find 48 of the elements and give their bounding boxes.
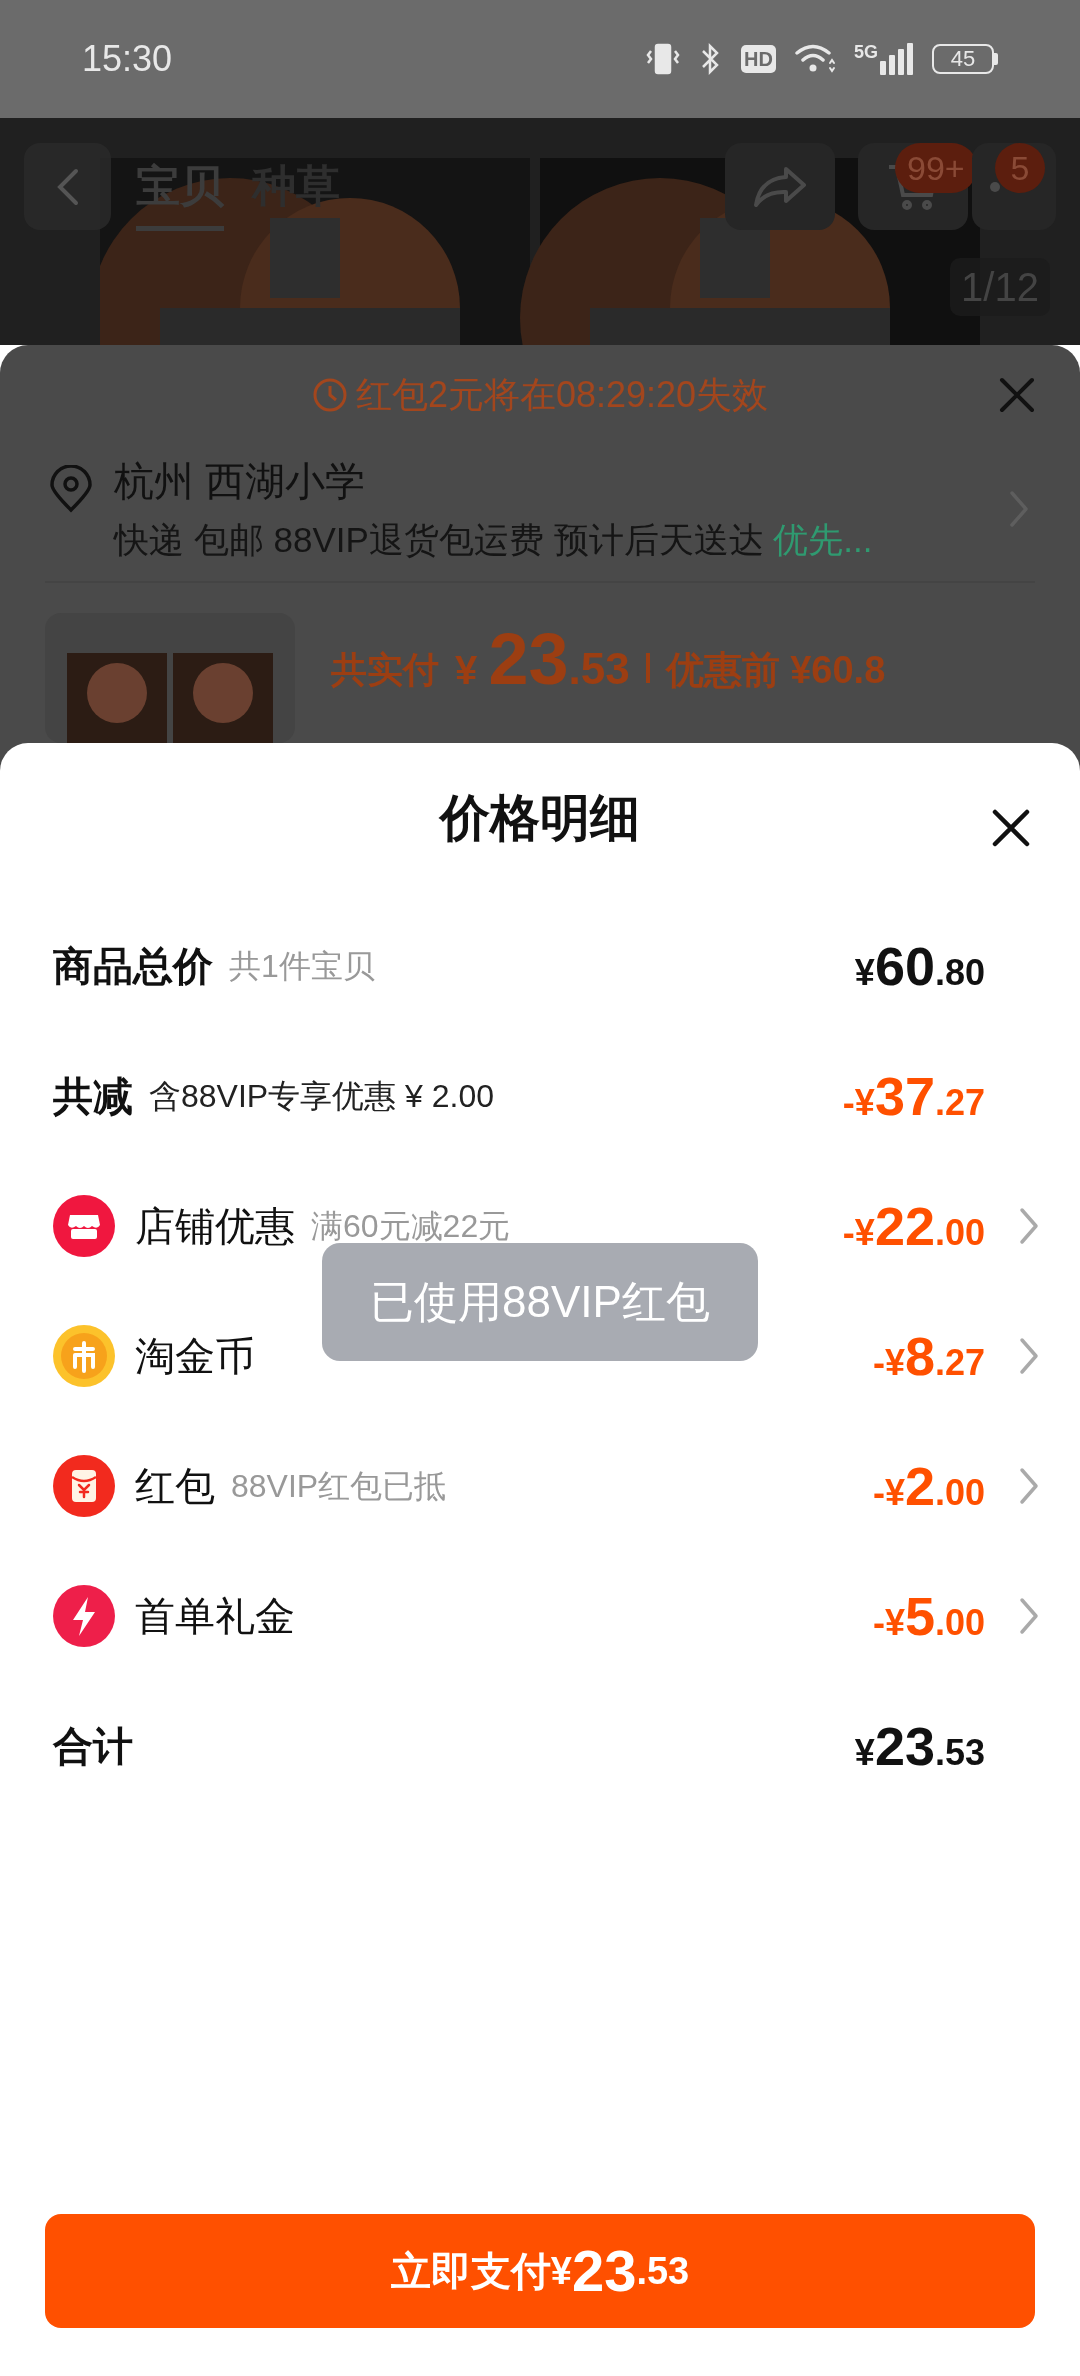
paid-amount: ¥23.53: [455, 623, 630, 695]
row-note: 88VIP红包已抵: [231, 1467, 447, 1506]
chevron-right-icon: [1018, 1466, 1040, 1506]
envelope-icon: [53, 1455, 115, 1517]
coin-icon: [53, 1325, 115, 1387]
discount-amount: -¥8.27: [872, 1329, 985, 1383]
row-note: 共1件宝贝: [229, 947, 375, 986]
hd-badge: HD: [741, 45, 776, 73]
row-label: 红包: [135, 1463, 215, 1510]
clock-time: 15:30: [82, 37, 173, 81]
row-label: 商品总价: [53, 943, 213, 990]
pay-now-button[interactable]: 立即支付¥23.53: [45, 2214, 1035, 2328]
row-label: 首单礼金: [135, 1593, 295, 1640]
paid-label: 共实付: [331, 648, 439, 692]
share-button[interactable]: [725, 143, 835, 230]
share-icon: [752, 164, 808, 209]
address-text: 杭州 西湖小学: [114, 458, 367, 505]
close-icon[interactable]: [992, 809, 1030, 847]
row-note: 满60元减22元: [311, 1207, 511, 1246]
battery-icon: 45: [932, 44, 994, 74]
discount-amount: -¥5.00: [872, 1589, 985, 1643]
chevron-right-icon: [1018, 1336, 1040, 1376]
back-button[interactable]: [24, 143, 111, 230]
price-amount: ¥23.53: [854, 1719, 985, 1773]
lightning-icon: [53, 1585, 115, 1647]
price-amount: -¥37.27: [842, 1069, 985, 1123]
row-label: 共减: [53, 1073, 133, 1120]
original-price: 优惠前 ¥60.8: [665, 648, 886, 693]
chevron-right-icon: [1018, 1596, 1040, 1636]
signal-icon: [880, 43, 914, 75]
location-pin-icon: [48, 465, 94, 513]
chevron-right-icon: [1018, 1206, 1040, 1246]
discount-amount: -¥22.00: [842, 1199, 985, 1253]
row-note: 含88VIP专享优惠 ¥ 2.00: [149, 1077, 495, 1116]
store-icon: [53, 1195, 115, 1257]
vibrate-icon: [645, 41, 682, 77]
countdown-text: 红包2元将在08:29:20失效: [355, 373, 769, 417]
row-label: 店铺优惠: [135, 1203, 295, 1250]
row-label: 淘金币: [135, 1333, 255, 1380]
status-toast: 已使用88VIP红包: [322, 1243, 758, 1361]
sheet-title: 价格明细: [440, 789, 640, 848]
discount-amount: -¥2.00: [872, 1459, 985, 1513]
price-amount: ¥60.80: [854, 939, 985, 993]
clock-icon: [311, 377, 348, 413]
wifi-icon: [794, 43, 836, 75]
row-label: 合计: [53, 1723, 133, 1770]
network-label: 5G: [854, 43, 878, 61]
back-icon: [55, 166, 80, 207]
